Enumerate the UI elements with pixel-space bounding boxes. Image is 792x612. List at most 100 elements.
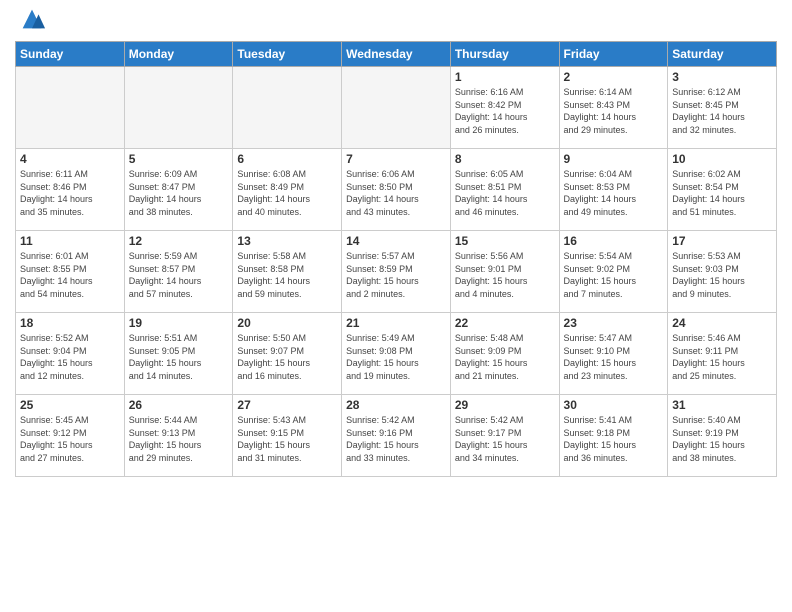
cell-info: Sunrise: 5:56 AMSunset: 9:01 PMDaylight:… [455,250,555,300]
cell-info: Sunrise: 5:57 AMSunset: 8:59 PMDaylight:… [346,250,446,300]
week-row-4: 25Sunrise: 5:45 AMSunset: 9:12 PMDayligh… [16,395,777,477]
cell-date-number: 21 [346,316,446,330]
week-row-3: 18 Sunrise: 5:52 AMSunset: 9:04 PMDayligh… [16,313,777,395]
calendar-cell: 12 Sunrise: 5:59 AMSunset: 8:57 PMDayligh… [124,231,233,313]
cell-date-number: 16 [564,234,664,248]
cell-date-number: 28 [346,398,446,412]
calendar-cell: 15 Sunrise: 5:56 AMSunset: 9:01 PMDayligh… [450,231,559,313]
cell-date-number: 14 [346,234,446,248]
day-header-friday: Friday [559,42,668,67]
cell-info: Sunrise: 6:12 AMSunset: 8:45 PMDaylight:… [672,86,772,136]
calendar-cell: 22 Sunrise: 5:48 AMSunset: 9:09 PMDayligh… [450,313,559,395]
header [15,10,777,33]
calendar-cell: 19 Sunrise: 5:51 AMSunset: 9:05 PMDayligh… [124,313,233,395]
day-header-monday: Monday [124,42,233,67]
calendar-body: 1 Sunrise: 6:16 AMSunset: 8:42 PMDaylight… [16,67,777,477]
cell-date-number: 31 [672,398,772,412]
week-row-1: 4 Sunrise: 6:11 AMSunset: 8:46 PMDaylight… [16,149,777,231]
cell-date-number: 2 [564,70,664,84]
cell-date-number: 1 [455,70,555,84]
calendar-cell: 25Sunrise: 5:45 AMSunset: 9:12 PMDayligh… [16,395,125,477]
cell-date-number: 7 [346,152,446,166]
cell-info: Sunrise: 6:04 AMSunset: 8:53 PMDaylight:… [564,168,664,218]
cell-info: Sunrise: 5:50 AMSunset: 9:07 PMDaylight:… [237,332,337,382]
cell-info: Sunrise: 5:46 AMSunset: 9:11 PMDaylight:… [672,332,772,382]
cell-date-number: 23 [564,316,664,330]
calendar-cell: 23 Sunrise: 5:47 AMSunset: 9:10 PMDayligh… [559,313,668,395]
cell-date-number: 9 [564,152,664,166]
calendar-cell: 24 Sunrise: 5:46 AMSunset: 9:11 PMDayligh… [668,313,777,395]
calendar-cell: 18 Sunrise: 5:52 AMSunset: 9:04 PMDayligh… [16,313,125,395]
cell-date-number: 22 [455,316,555,330]
calendar-cell: 29 Sunrise: 5:42 AMSunset: 9:17 PMDayligh… [450,395,559,477]
cell-info: Sunrise: 5:51 AMSunset: 9:05 PMDaylight:… [129,332,229,382]
cell-date-number: 24 [672,316,772,330]
calendar-cell: 27Sunrise: 5:43 AMSunset: 9:15 PMDayligh… [233,395,342,477]
cell-info: Sunrise: 6:06 AMSunset: 8:50 PMDaylight:… [346,168,446,218]
cell-date-number: 18 [20,316,120,330]
cell-info: Sunrise: 6:16 AMSunset: 8:42 PMDaylight:… [455,86,555,136]
page: SundayMondayTuesdayWednesdayThursdayFrid… [0,0,792,612]
cell-info: Sunrise: 6:11 AMSunset: 8:46 PMDaylight:… [20,168,120,218]
calendar-cell: 2 Sunrise: 6:14 AMSunset: 8:43 PMDaylight… [559,67,668,149]
cell-date-number: 12 [129,234,229,248]
calendar-cell: 3 Sunrise: 6:12 AMSunset: 8:45 PMDaylight… [668,67,777,149]
calendar-cell: 6Sunrise: 6:08 AMSunset: 8:49 PMDaylight… [233,149,342,231]
cell-date-number: 11 [20,234,120,248]
calendar-cell: 4 Sunrise: 6:11 AMSunset: 8:46 PMDaylight… [16,149,125,231]
day-header-tuesday: Tuesday [233,42,342,67]
week-row-0: 1 Sunrise: 6:16 AMSunset: 8:42 PMDaylight… [16,67,777,149]
logo [15,10,46,33]
calendar-cell: 7 Sunrise: 6:06 AMSunset: 8:50 PMDaylight… [342,149,451,231]
calendar-cell [124,67,233,149]
calendar-cell: 8Sunrise: 6:05 AMSunset: 8:51 PMDaylight… [450,149,559,231]
cell-info: Sunrise: 6:09 AMSunset: 8:47 PMDaylight:… [129,168,229,218]
cell-info: Sunrise: 5:44 AMSunset: 9:13 PMDaylight:… [129,414,229,464]
cell-info: Sunrise: 5:42 AMSunset: 9:16 PMDaylight:… [346,414,446,464]
cell-info: Sunrise: 5:40 AMSunset: 9:19 PMDaylight:… [672,414,772,464]
cell-date-number: 6 [237,152,337,166]
cell-info: Sunrise: 5:58 AMSunset: 8:58 PMDaylight:… [237,250,337,300]
calendar-cell: 31 Sunrise: 5:40 AMSunset: 9:19 PMDayligh… [668,395,777,477]
calendar-cell: 26Sunrise: 5:44 AMSunset: 9:13 PMDayligh… [124,395,233,477]
cell-date-number: 4 [20,152,120,166]
calendar-cell [342,67,451,149]
cell-info: Sunrise: 5:52 AMSunset: 9:04 PMDaylight:… [20,332,120,382]
cell-date-number: 13 [237,234,337,248]
calendar-cell: 21 Sunrise: 5:49 AMSunset: 9:08 PMDayligh… [342,313,451,395]
cell-info: Sunrise: 6:02 AMSunset: 8:54 PMDaylight:… [672,168,772,218]
day-header-thursday: Thursday [450,42,559,67]
calendar-cell: 1 Sunrise: 6:16 AMSunset: 8:42 PMDaylight… [450,67,559,149]
cell-date-number: 25 [20,398,120,412]
calendar-cell: 20Sunrise: 5:50 AMSunset: 9:07 PMDayligh… [233,313,342,395]
cell-date-number: 17 [672,234,772,248]
cell-date-number: 10 [672,152,772,166]
calendar-cell: 14 Sunrise: 5:57 AMSunset: 8:59 PMDayligh… [342,231,451,313]
logo-icon [18,5,46,33]
calendar-table: SundayMondayTuesdayWednesdayThursdayFrid… [15,41,777,477]
calendar-cell: 9 Sunrise: 6:04 AMSunset: 8:53 PMDaylight… [559,149,668,231]
calendar-cell [16,67,125,149]
calendar-cell: 5Sunrise: 6:09 AMSunset: 8:47 PMDaylight… [124,149,233,231]
cell-info: Sunrise: 5:59 AMSunset: 8:57 PMDaylight:… [129,250,229,300]
cell-info: Sunrise: 5:42 AMSunset: 9:17 PMDaylight:… [455,414,555,464]
cell-date-number: 15 [455,234,555,248]
cell-info: Sunrise: 6:14 AMSunset: 8:43 PMDaylight:… [564,86,664,136]
cell-date-number: 3 [672,70,772,84]
calendar-cell: 16 Sunrise: 5:54 AMSunset: 9:02 PMDayligh… [559,231,668,313]
cell-info: Sunrise: 5:47 AMSunset: 9:10 PMDaylight:… [564,332,664,382]
calendar-cell: 28 Sunrise: 5:42 AMSunset: 9:16 PMDayligh… [342,395,451,477]
cell-info: Sunrise: 5:48 AMSunset: 9:09 PMDaylight:… [455,332,555,382]
cell-info: Sunrise: 5:41 AMSunset: 9:18 PMDaylight:… [564,414,664,464]
cell-date-number: 29 [455,398,555,412]
calendar-cell: 11Sunrise: 6:01 AMSunset: 8:55 PMDayligh… [16,231,125,313]
cell-date-number: 30 [564,398,664,412]
cell-info: Sunrise: 5:49 AMSunset: 9:08 PMDaylight:… [346,332,446,382]
cell-date-number: 8 [455,152,555,166]
day-header-saturday: Saturday [668,42,777,67]
cell-info: Sunrise: 5:54 AMSunset: 9:02 PMDaylight:… [564,250,664,300]
cell-date-number: 19 [129,316,229,330]
cell-date-number: 27 [237,398,337,412]
week-row-2: 11Sunrise: 6:01 AMSunset: 8:55 PMDayligh… [16,231,777,313]
header-row: SundayMondayTuesdayWednesdayThursdayFrid… [16,42,777,67]
